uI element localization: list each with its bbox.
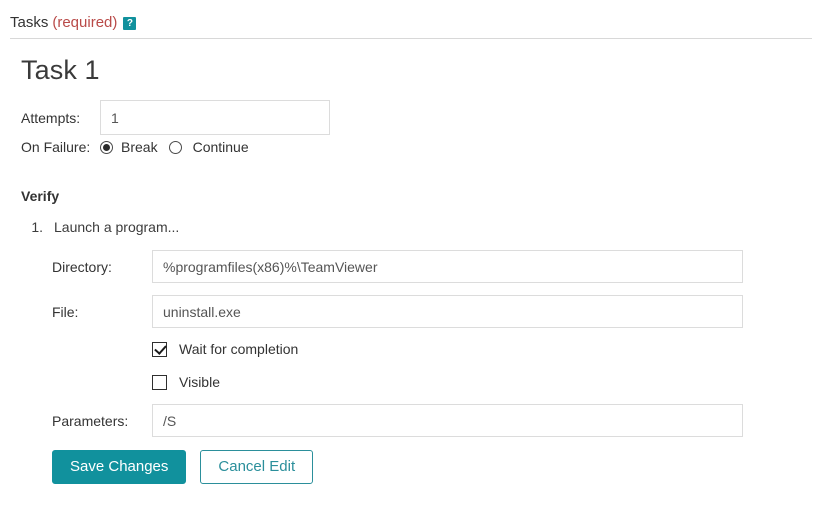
- parameters-row: Parameters:: [52, 404, 743, 437]
- cancel-edit-button[interactable]: Cancel Edit: [200, 450, 314, 484]
- step-label: Launch a program...: [54, 219, 180, 235]
- radio-break[interactable]: [100, 140, 113, 154]
- visible-row: Visible: [152, 374, 220, 390]
- directory-label: Directory:: [52, 258, 112, 275]
- on-failure-radio-group: Break Continue: [100, 139, 260, 155]
- section-title: Tasks: [10, 14, 49, 31]
- required-label: (required): [52, 14, 118, 31]
- verify-heading: Verify: [21, 188, 60, 204]
- file-row: File:: [52, 295, 743, 328]
- attempts-label: Attempts:: [21, 109, 81, 126]
- wait-for-completion-row: Wait for completion: [152, 341, 298, 357]
- form-actions: Save Changes Cancel Edit: [52, 450, 314, 484]
- step-number: 1.: [31, 219, 43, 235]
- wait-for-completion-checkbox[interactable]: [152, 341, 167, 357]
- visible-label: Visible: [179, 374, 220, 390]
- file-label: File:: [52, 303, 79, 320]
- on-failure-label: On Failure:: [21, 139, 91, 155]
- wait-for-completion-label: Wait for completion: [179, 341, 299, 357]
- verify-step-item[interactable]: 1. Launch a program...: [21, 219, 179, 235]
- task-title: Task 1: [21, 55, 100, 85]
- radio-break-label: Break: [121, 139, 158, 155]
- file-input[interactable]: [152, 295, 743, 328]
- help-question-icon[interactable]: ?: [123, 17, 137, 30]
- on-failure-row: On Failure: Break Continue: [21, 139, 260, 155]
- visible-checkbox[interactable]: [152, 374, 167, 390]
- radio-continue[interactable]: [168, 140, 182, 154]
- radio-continue-label: Continue: [192, 139, 249, 155]
- section-header: Tasks (required)?: [10, 14, 137, 31]
- directory-row: Directory:: [52, 250, 743, 283]
- save-changes-button[interactable]: Save Changes: [52, 450, 187, 484]
- header-divider: [10, 38, 812, 39]
- attempts-row: Attempts:: [21, 100, 330, 135]
- attempts-input[interactable]: [100, 100, 330, 135]
- parameters-label: Parameters:: [52, 412, 129, 429]
- parameters-input[interactable]: [152, 404, 743, 437]
- directory-input[interactable]: [152, 250, 743, 283]
